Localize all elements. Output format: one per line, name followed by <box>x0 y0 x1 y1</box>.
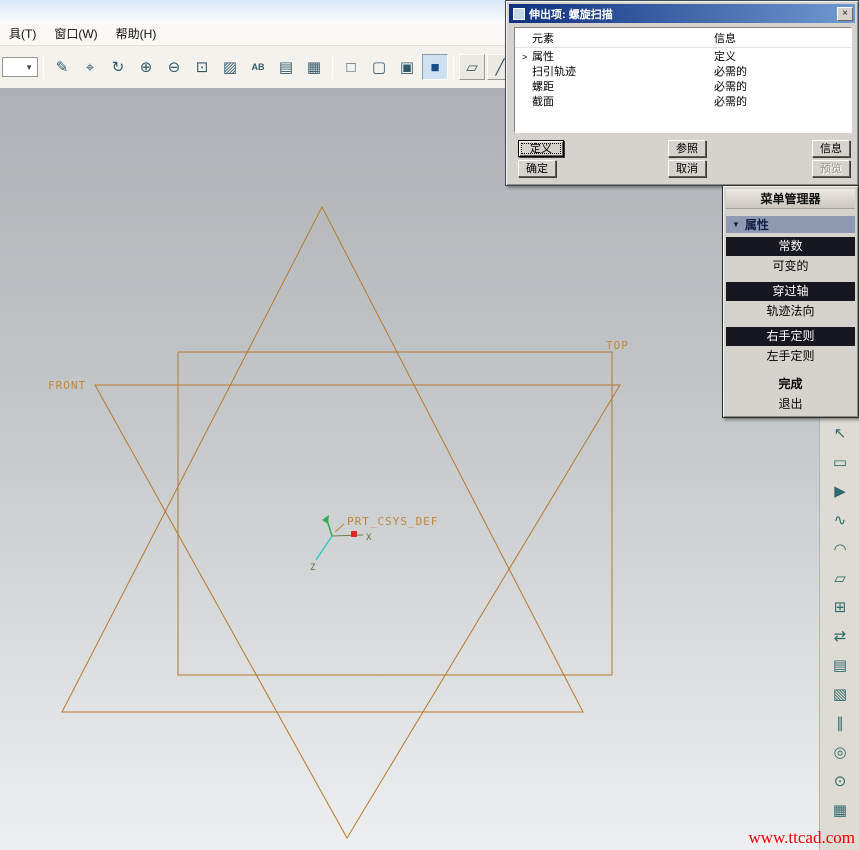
ok-button[interactable]: 确定 <box>518 160 556 177</box>
rectangle-tool-icon[interactable]: ▭ <box>827 449 853 475</box>
csys-label: PRT_CSYS_DEF <box>347 515 438 528</box>
chevron-down-icon: ▼ <box>732 220 740 229</box>
model-tree-icon[interactable]: ▦ <box>301 54 327 80</box>
element-cell: 扫引轨迹 <box>532 65 576 80</box>
grid-tool-icon[interactable]: ▦ <box>827 797 853 823</box>
list-header: 元素 信息 <box>515 30 851 48</box>
menu-manager-panel: 菜单管理器 ▼ 属性 常数 可变的 穿过轴 轨迹法向 右手定则 左手定则 完成 … <box>722 185 859 418</box>
dialog-system-icon <box>513 8 525 20</box>
zoom-out-icon[interactable]: ⊖ <box>161 54 187 80</box>
sketch-tool-icon[interactable]: ✎ <box>49 54 75 80</box>
element-column-header: 元素 <box>532 30 554 48</box>
list-row-trajectory[interactable]: 扫引轨迹 必需的 <box>515 65 851 80</box>
circle-tool-icon[interactable]: ⊙ <box>827 768 853 794</box>
menu-item-norm-to-traj[interactable]: 轨迹法向 <box>726 302 855 321</box>
star-up-triangle <box>62 207 583 712</box>
layers-tool-icon[interactable]: ▤ <box>827 652 853 678</box>
spin-center-icon[interactable]: ◎ <box>827 739 853 765</box>
menu-item-done[interactable]: 完成 <box>726 375 855 394</box>
arc-tool-icon[interactable]: ◠ <box>827 536 853 562</box>
menu-help[interactable]: 帮助(H) <box>107 22 166 45</box>
parallel-constraint-icon[interactable]: ∥ <box>827 710 853 736</box>
info-button[interactable]: 信息 <box>812 140 850 157</box>
menu-manager-title[interactable]: 菜单管理器 <box>726 189 855 209</box>
list-row-attributes[interactable]: > 属性 定义 <box>515 50 851 65</box>
zoom-in-icon[interactable]: ⊕ <box>133 54 159 80</box>
model-drawing: TOP FRONT PRT_CSYS_DEF X Z <box>0 88 819 850</box>
list-row-pitch[interactable]: 螺距 必需的 <box>515 80 851 95</box>
info-column-header: 信息 <box>714 30 736 48</box>
add-section-icon[interactable]: ⊞ <box>827 594 853 620</box>
spline-tool-icon[interactable]: ∿ <box>827 507 853 533</box>
current-row-marker: > <box>522 50 527 65</box>
sketch-lines <box>62 207 620 838</box>
toolbar-separator <box>43 55 44 79</box>
z-axis-line <box>316 536 332 560</box>
dialog-titlebar[interactable]: 伸出项: 螺旋扫描 × <box>509 4 855 23</box>
element-status-list: 元素 信息 > 属性 定义 扫引轨迹 必需的 螺距 必需的 截面 必需的 <box>514 27 852 133</box>
define-button[interactable]: 定义 <box>518 140 564 157</box>
wireframe-view-icon[interactable]: □ <box>338 54 364 80</box>
forward-arrow-icon[interactable]: ▶ <box>827 478 853 504</box>
view-dropdown[interactable]: ▼ <box>2 57 38 77</box>
toolbar-separator <box>332 55 333 79</box>
menu-tools[interactable]: 具(T) <box>0 22 45 45</box>
datum-plane-toggle-icon[interactable]: ▱ <box>459 54 485 80</box>
repaint-icon[interactable]: ▨ <box>217 54 243 80</box>
graphics-viewport[interactable]: TOP FRONT PRT_CSYS_DEF X Z <box>0 88 819 850</box>
info-cell: 必需的 <box>714 65 747 80</box>
datum-plane-tool-icon[interactable]: ▱ <box>827 565 853 591</box>
chevron-down-icon: ▼ <box>25 63 33 72</box>
info-cell: 必需的 <box>714 80 747 95</box>
dialog-title: 伸出项: 螺旋扫描 <box>529 6 837 22</box>
cancel-button[interactable]: 取消 <box>668 160 706 177</box>
element-cell: 属性 <box>532 50 554 65</box>
attributes-section-header[interactable]: ▼ 属性 <box>726 216 855 233</box>
spin-refresh-icon[interactable]: ↻ <box>105 54 131 80</box>
menu-item-quit[interactable]: 退出 <box>726 395 855 414</box>
menu-item-constant[interactable]: 常数 <box>726 237 855 256</box>
front-datum-label: FRONT <box>48 379 86 392</box>
section-label: 属性 <box>745 216 769 233</box>
x-axis-label: X <box>366 533 372 543</box>
select-arrow-icon[interactable]: ↖ <box>827 420 853 446</box>
hidden-line-view-icon[interactable]: ▢ <box>366 54 392 80</box>
helical-sweep-dialog: 伸出项: 螺旋扫描 × 元素 信息 > 属性 定义 扫引轨迹 必需的 螺距 必需… <box>505 0 859 186</box>
menu-window[interactable]: 窗口(W) <box>45 22 106 45</box>
star-down-triangle <box>95 385 620 838</box>
menu-item-variable[interactable]: 可变的 <box>726 257 855 276</box>
layers-icon[interactable]: ▤ <box>273 54 299 80</box>
menu-item-right-handed[interactable]: 右手定则 <box>726 327 855 346</box>
watermark: www.ttcad.com <box>748 828 855 848</box>
menu-item-left-handed[interactable]: 左手定则 <box>726 347 855 366</box>
datum-tag-icon[interactable]: AB <box>245 54 271 80</box>
zoom-fit-icon[interactable]: ⊡ <box>189 54 215 80</box>
close-icon[interactable]: × <box>837 7 853 21</box>
csys-leader-line <box>335 524 344 532</box>
datum-plane-rectangle <box>178 352 612 675</box>
element-cell: 截面 <box>532 95 554 110</box>
info-cell: 定义 <box>714 50 736 65</box>
select-tool-icon[interactable]: ⌖ <box>77 54 103 80</box>
y-axis-arrowhead <box>322 515 329 524</box>
list-row-section[interactable]: 截面 必需的 <box>515 95 851 110</box>
info-cell: 必需的 <box>714 95 747 110</box>
swap-direction-icon[interactable]: ⇄ <box>827 623 853 649</box>
coordinate-system: PRT_CSYS_DEF X Z <box>310 515 438 573</box>
hatch-tool-icon[interactable]: ▧ <box>827 681 853 707</box>
toolbar-separator <box>453 55 454 79</box>
element-cell: 螺距 <box>532 80 554 95</box>
x-axis-handle[interactable] <box>351 531 357 537</box>
top-datum-label: TOP <box>606 339 629 352</box>
menu-item-thru-axis[interactable]: 穿过轴 <box>726 282 855 301</box>
x-axis-line <box>332 535 363 536</box>
references-button[interactable]: 参照 <box>668 140 706 157</box>
shaded-view-icon[interactable]: ■ <box>422 54 448 80</box>
preview-button[interactable]: 预览 <box>812 160 850 177</box>
z-axis-label: Z <box>310 563 316 573</box>
no-hidden-view-icon[interactable]: ▣ <box>394 54 420 80</box>
